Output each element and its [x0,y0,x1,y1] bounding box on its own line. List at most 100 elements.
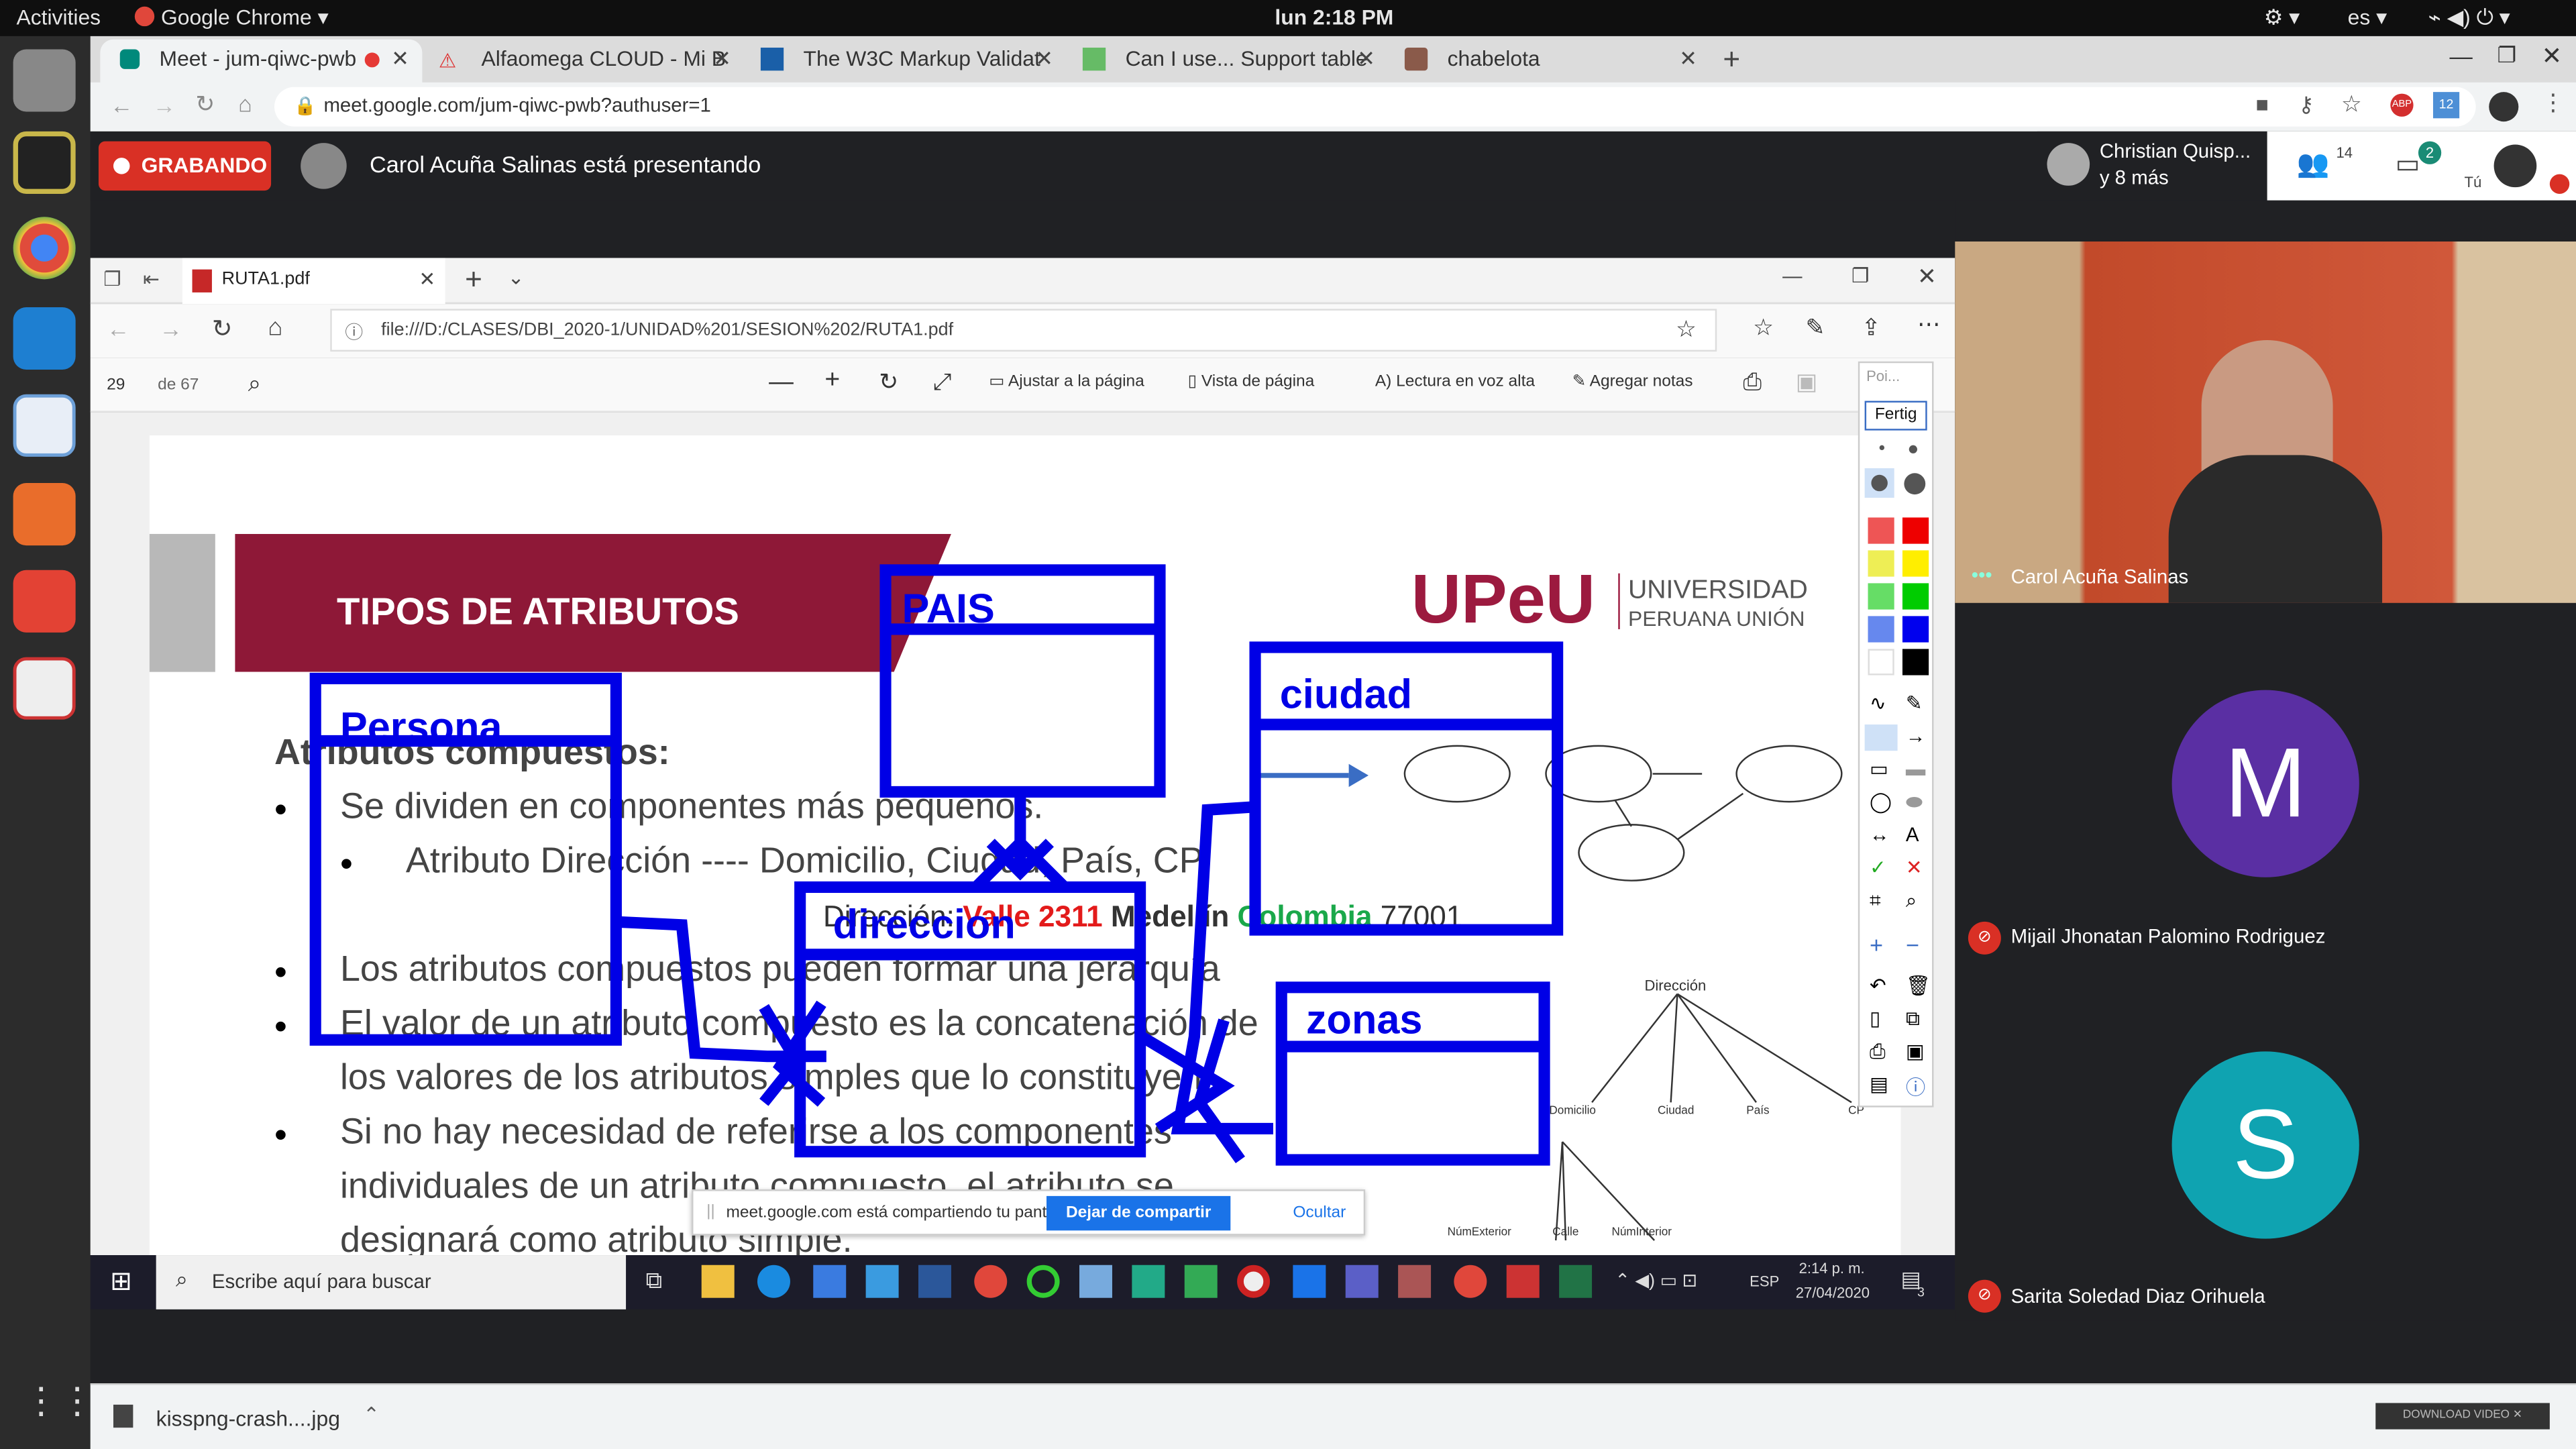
brush-size-xlarge[interactable] [1904,473,1926,495]
brush-size-small[interactable] [1879,445,1885,451]
color-light-blue[interactable] [1868,616,1894,643]
more-icon[interactable]: ⋯ [1917,311,1940,339]
check-icon[interactable]: ✓ [1870,856,1886,879]
double-arrow-icon[interactable]: ↔ [1870,823,1889,846]
language-indicator[interactable]: ESP [1750,1273,1779,1289]
favorites-icon[interactable]: ☆ [1753,314,1774,342]
line-tool-icon[interactable] [1864,724,1898,751]
new-tab-button[interactable]: + [1713,41,1750,77]
minimize-icon[interactable]: — [1782,264,1802,287]
rectangle-tool-icon[interactable]: ▭ [1870,757,1888,780]
close-tab-icon[interactable]: ✕ [1035,46,1053,72]
drag-handle-icon[interactable]: || [706,1203,715,1221]
remove-icon[interactable]: − [1906,932,1919,958]
accessibility-icon[interactable]: ⚙ ▾ [2264,5,2300,31]
info-icon[interactable]: ⓘ [1906,1073,1925,1101]
edge-url-bar[interactable]: ⓘ file:///D:/CLASES/DBI_2020-1/UNIDAD%20… [330,309,1717,352]
page-number-input[interactable]: 29 [107,376,125,394]
vscode-icon[interactable] [13,307,76,370]
self-avatar[interactable] [2493,144,2537,188]
chrome-tab-chabelota[interactable]: chabelota ✕ [1388,40,1710,83]
restore-window-icon[interactable]: ❐ [2497,43,2516,69]
3d-viewer-icon[interactable] [1079,1265,1112,1298]
chrome-tab-meet[interactable]: Meet - jum-qiwc-pwb ✕ [100,39,423,83]
page-view-button[interactable]: ▯ Vista de página [1188,373,1315,391]
print-icon[interactable]: ⎙ [1870,1040,1886,1065]
close-tab-icon[interactable]: ✕ [391,46,409,72]
mail-icon[interactable] [865,1265,899,1298]
favorite-star-icon[interactable]: ☆ [1676,315,1697,343]
taskbar-search[interactable]: ⌕ Escribe aquí para buscar [156,1255,627,1309]
fit-page-button[interactable]: ▭ Ajustar a la página [989,373,1144,391]
chrome-icon[interactable] [974,1265,1008,1298]
chrome-tab-caniuse[interactable]: Can I use... Support table ✕ [1066,40,1388,83]
app-icon[interactable] [1132,1265,1165,1298]
participant-avatar-m[interactable]: M [2171,690,2359,877]
fullscreen-icon[interactable]: ⤢ [933,368,951,396]
record-icon[interactable] [1237,1265,1271,1298]
cross-icon[interactable]: ✕ [1906,856,1923,879]
back-icon[interactable]: ← [110,92,133,118]
hide-button[interactable]: Ocultar [1293,1204,1346,1222]
read-aloud-button[interactable]: A) Lectura en voz alta [1375,373,1535,391]
add-icon[interactable]: + [1870,932,1883,958]
highlighter-icon[interactable]: ✎ [1906,692,1923,714]
text-tool-icon[interactable]: A [1906,823,1919,846]
color-white[interactable] [1868,649,1894,676]
todo-icon[interactable] [1293,1265,1326,1298]
sync-icon[interactable] [1026,1265,1060,1298]
screenshot-icon[interactable]: ▤ [1870,1073,1888,1095]
chrome-icon-2[interactable] [1454,1265,1487,1298]
pen-icon[interactable]: ✎ [1805,314,1825,342]
close-window-icon[interactable]: ✕ [2542,41,2563,71]
undo-icon[interactable]: ↶ [1870,974,1886,997]
zoom-in-icon[interactable]: + [824,366,840,396]
save-icon[interactable]: ▣ [1796,368,1817,396]
task-view-icon[interactable]: ⧉ [645,1267,661,1295]
filled-ellipse-icon[interactable]: ⬬ [1906,790,1923,815]
color-light-green[interactable] [1868,583,1894,610]
palette-search[interactable]: Poi... [1866,368,1900,384]
paint-icon[interactable] [1398,1265,1432,1298]
zoom-out-icon[interactable]: — [769,368,794,396]
close-icon[interactable]: ✕ [2513,1409,2522,1421]
media-player-icon[interactable] [1506,1265,1540,1298]
chrome-dock-icon[interactable] [13,217,76,280]
color-light-yellow[interactable] [1868,550,1894,577]
software-center-icon[interactable] [13,483,76,546]
forward-icon[interactable]: → [153,92,176,118]
chrome-tab-alfaomega[interactable]: ⚠ Alfaomega CLOUD - Mi B ✕ [422,40,744,83]
rhythmbox-icon[interactable] [13,131,76,194]
home-icon[interactable]: ⌂ [238,91,252,117]
brush-size-large[interactable] [1864,468,1894,498]
new-tab-icon[interactable]: + [465,263,482,297]
app-menu[interactable]: Google Chrome ▾ [161,5,329,31]
tab-manager-icon[interactable]: ❐ [103,268,121,290]
color-yellow[interactable] [1902,550,1929,577]
close-tab-icon[interactable]: ✕ [1679,46,1697,72]
clock[interactable]: lun 2:18 PM [1275,5,1393,30]
system-status-icons[interactable]: ⌁ ◀) ⏻ ▾ [2428,5,2510,31]
back-icon[interactable]: ← [107,315,129,341]
current-user-chip[interactable]: Christian Quisp... y 8 más [2037,131,2267,201]
crop-icon[interactable]: ⌗ [1870,889,1881,914]
show-apps-icon[interactable]: ⋮⋮ [23,1380,95,1423]
trash-icon[interactable]: 🗑 [1906,974,1931,997]
anydesk-icon[interactable] [13,570,76,633]
language-indicator[interactable]: es ▾ [2348,5,2387,31]
minimize-window-icon[interactable]: — [2449,43,2472,69]
maximize-icon[interactable]: ❐ [1851,264,1869,287]
done-button[interactable]: Fertig [1864,400,1927,431]
word-icon[interactable] [918,1265,951,1298]
participant-avatar-s[interactable]: S [2171,1051,2359,1239]
download-video-button[interactable]: DOWNLOAD VIDEO ✕ [2375,1403,2550,1430]
refresh-icon[interactable]: ↻ [212,314,233,343]
chrome-tab-w3c[interactable]: The W3C Markup Validat ✕ [744,40,1066,83]
tray-icons[interactable]: ⌃ ◀) ▭ ⊡ [1615,1270,1697,1291]
color-light-red[interactable] [1868,517,1894,544]
ellipse-tool-icon[interactable]: ◯ [1870,790,1892,813]
home-icon[interactable]: ⌂ [268,314,282,342]
teams-icon[interactable] [1345,1265,1379,1298]
zoom-tool-icon[interactable]: ⌕ [1906,889,1917,914]
taskbar-date[interactable]: 27/04/2020 [1796,1285,1870,1301]
